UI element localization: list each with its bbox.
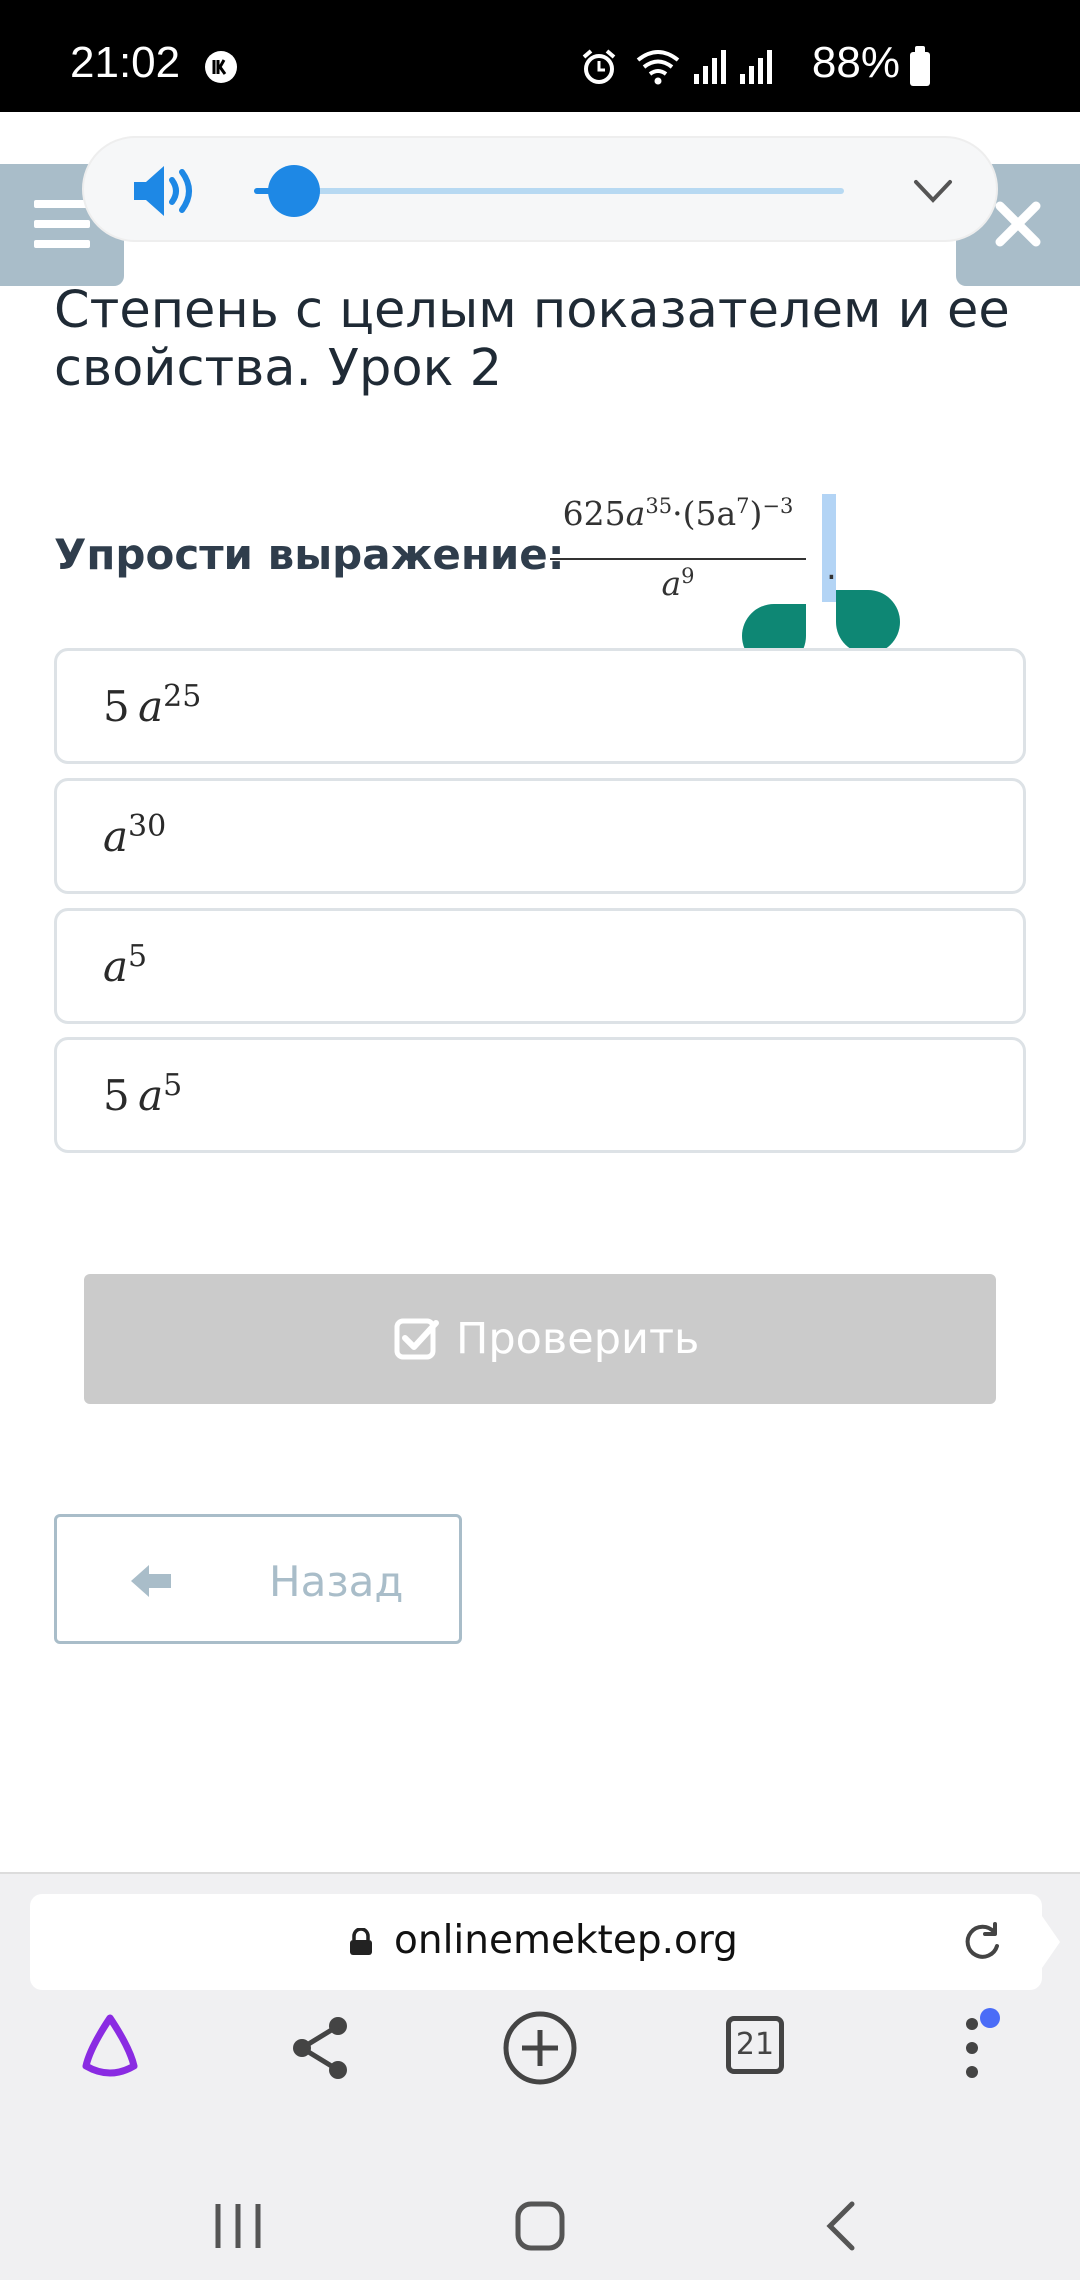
back-button[interactable]: Назад xyxy=(54,1514,462,1644)
new-tab-plus-icon[interactable] xyxy=(500,2008,580,2088)
recent-apps-icon[interactable] xyxy=(208,2196,268,2256)
system-navigation-bar xyxy=(0,2166,1080,2280)
chevron-down-icon[interactable] xyxy=(910,168,956,214)
answer-option-3[interactable]: a5 xyxy=(54,908,1026,1024)
page-title: Степень с целым показателем и ее свойств… xyxy=(54,281,1010,398)
option-expression: 5 a5 xyxy=(103,1068,183,1120)
formula-numerator: 625a35·(5a7)−3 xyxy=(562,494,794,533)
alarm-icon xyxy=(582,49,616,84)
fraction-line xyxy=(550,558,806,560)
battery-percent: 88% xyxy=(811,38,900,87)
app-notification-icon xyxy=(205,51,237,83)
back-button-label: Назад xyxy=(269,1557,404,1606)
formula-denominator: a9 xyxy=(661,564,695,603)
status-time: 21:02 xyxy=(70,38,181,87)
home-icon[interactable] xyxy=(510,2196,570,2256)
audio-progress-knob[interactable] xyxy=(267,165,320,217)
address-bar[interactable]: onlinemektep.org xyxy=(30,1894,1042,1990)
url-text: onlinemektep.org xyxy=(394,1918,738,1963)
battery-icon xyxy=(910,46,930,86)
back-nav-icon[interactable] xyxy=(812,2196,872,2256)
hamburger-icon xyxy=(34,200,90,208)
option-expression: a30 xyxy=(103,809,167,861)
wifi-icon xyxy=(636,50,680,85)
status-bar: 21:02 88% xyxy=(0,0,1080,112)
speaker-icon[interactable] xyxy=(132,162,198,220)
more-options-icon[interactable] xyxy=(932,2008,1012,2088)
audio-player xyxy=(82,136,998,242)
close-icon xyxy=(995,201,1041,247)
arrow-left-icon xyxy=(131,1565,171,1597)
tabs-button[interactable]: 21 xyxy=(718,2008,798,2088)
browser-toolbar: onlinemektep.org 21 xyxy=(0,1872,1080,2280)
answer-option-4[interactable]: 5 a5 xyxy=(54,1037,1026,1153)
check-answer-button[interactable]: Проверить xyxy=(84,1274,996,1404)
answer-option-2[interactable]: a30 xyxy=(54,778,1026,894)
question-formula: 625a35·(5a7)−3 a9 xyxy=(550,494,806,614)
answer-option-1[interactable]: 5 a25 xyxy=(54,648,1026,764)
option-expression: a5 xyxy=(103,939,148,991)
signal-bars-2-icon xyxy=(740,50,772,84)
checkbox-checked-icon xyxy=(394,1318,439,1360)
browser-nav-bar: 21 xyxy=(0,2008,1080,2118)
audio-progress-track[interactable] xyxy=(254,188,844,194)
option-expression: 5 a25 xyxy=(103,679,202,731)
reload-icon[interactable] xyxy=(960,1920,1004,1964)
lock-icon xyxy=(350,1928,372,1955)
check-button-label: Проверить xyxy=(456,1314,700,1364)
formula-period: . xyxy=(826,548,837,588)
signal-bars-icon xyxy=(694,50,726,84)
assistant-icon[interactable] xyxy=(70,2008,150,2088)
share-icon[interactable] xyxy=(282,2008,362,2088)
tabs-count: 21 xyxy=(726,2016,784,2074)
selection-handle-right[interactable] xyxy=(836,590,900,654)
question-label: Упрости выражение: xyxy=(54,530,565,579)
